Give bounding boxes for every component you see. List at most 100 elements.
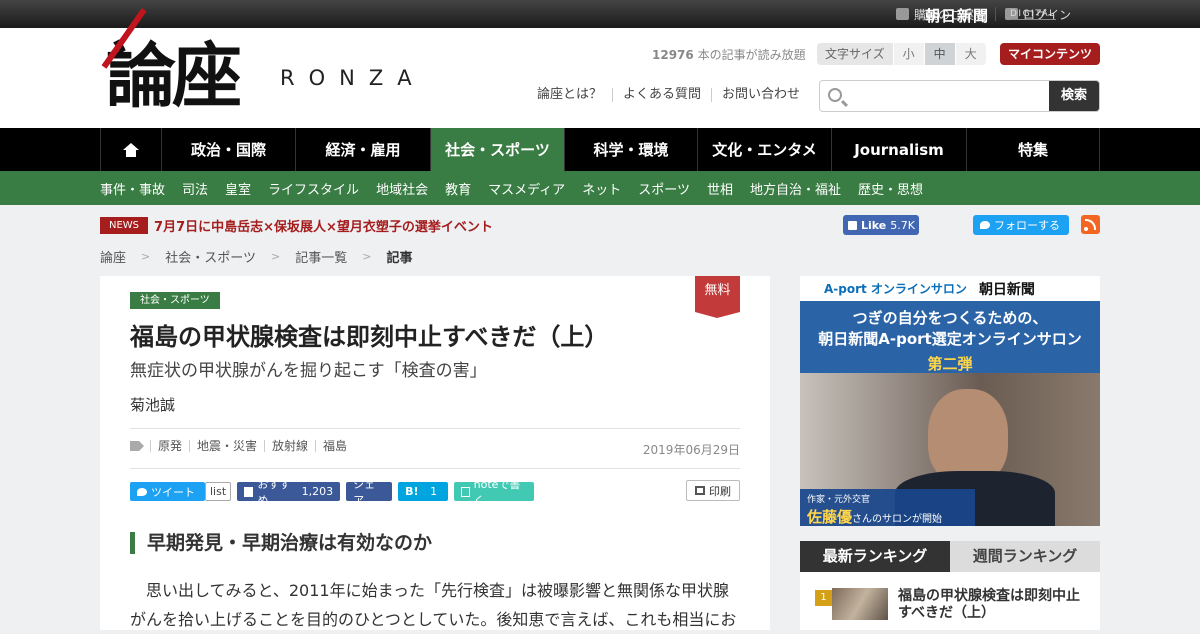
article-body: 思い出してみると、2011年に始まった「先行検査」は被曝影響と無関係な甲状腺がん… [130,581,737,629]
search-input[interactable] [850,81,1050,111]
divider [130,468,740,469]
twitter-follow-button[interactable]: フォローする [973,215,1069,235]
cat-education[interactable]: 教育 [445,179,471,198]
rank-title[interactable]: 福島の甲状腺検査は即刻中止すべきだ（上） [898,588,1088,622]
aport-salon-ad[interactable]: A-port オンラインサロン 朝日新聞 つぎの自分をつくるための、 朝日新聞A… [800,276,1100,526]
note-icon [461,486,470,497]
search-box: 検索 [819,80,1100,112]
tag-link[interactable]: 地震・災害 [189,440,264,452]
font-size-small[interactable]: 小 [892,43,924,65]
site-header: 論座 RONZA 12976 本の記事が読み放題 文字サイズ 小 中 大 マイコ… [0,7,1200,128]
article-panel: 無料 社会・スポーツ 福島の甲状腺検査は即刻中止すべきだ（上） 無症状の甲状腺が… [100,276,770,630]
cat-lifestyle[interactable]: ライフスタイル [268,179,359,198]
rss-icon[interactable] [1081,215,1100,234]
ranking-tabs: 最新ランキング 週間ランキング [800,541,1100,572]
asahi-logo: 朝日新聞 [978,281,1035,298]
ad-headline-2: 朝日新聞A-port選定オンラインサロン [818,330,1082,348]
divider [130,428,740,429]
crumb-category[interactable]: 社会・スポーツ [165,247,256,266]
nav-home[interactable] [100,128,161,171]
section-heading: 早期発見・早期治療は有効なのか [130,532,432,554]
cat-incidents[interactable]: 事件・事故 [100,179,165,198]
logo-subtitle: RONZA [280,66,426,90]
nav-society-sports[interactable]: 社会・スポーツ [430,128,564,171]
cat-imperial[interactable]: 皇室 [225,179,251,198]
nav-science[interactable]: 科学・環境 [564,128,697,171]
facebook-recommend-button[interactable]: おすすめ 1,203 [237,478,341,507]
cat-net[interactable]: ネット [582,179,621,198]
font-size-large[interactable]: 大 [954,43,986,65]
ranking-widget: 最新ランキング 週間ランキング 1 福島の甲状腺検査は即刻中止すべきだ（上） [800,541,1100,630]
top-utility-bar: 購読のご案内 ログイン 朝日新聞 DIGITAL [0,0,1200,28]
twitter-list-button[interactable]: list [205,482,232,501]
aport-logo: A-port オンラインサロン [824,282,967,296]
cat-history[interactable]: 歴史・思想 [858,179,923,198]
crumb-list[interactable]: 記事一覧 [295,247,347,266]
read-count: 12976 本の記事が読み放題 [652,48,806,62]
facebook-like-button[interactable]: Like 5.7K [843,215,919,235]
rank-number: 1 [815,590,832,606]
ad-headline-1: つぎの自分をつくるための、 [852,309,1048,327]
portrait-face [928,389,1008,484]
contact-link[interactable]: お問い合わせ [711,88,810,102]
article-author[interactable]: 菊池誠 [130,394,175,415]
tab-weekly-ranking[interactable]: 週間ランキング [950,541,1100,572]
note-share-button[interactable]: noteで書く [454,478,535,507]
cat-mass-media[interactable]: マスメディア [488,179,565,198]
cat-community[interactable]: 地域社会 [376,179,428,198]
home-icon [123,143,139,157]
cat-sports[interactable]: スポーツ [638,179,690,198]
asahi-digital-logo[interactable]: 朝日新聞 [925,5,989,26]
tag-icon [130,441,144,451]
printer-icon [695,486,705,495]
nav-journalism[interactable]: Journalism [831,128,966,171]
font-size-label: 文字サイズ [817,43,893,65]
facebook-share-button[interactable]: シェア [346,478,393,507]
ronza-logo[interactable]: 論座 [106,36,242,116]
thumbs-up-icon [848,220,857,230]
breadcrumb: 論座 > 社会・スポーツ > 記事一覧 > 記事 [100,247,412,266]
share-bar: ツイート list おすすめ 1,203 シェア B! 1 noteで書く [130,478,535,507]
category-nav: 事件・事故 司法 皇室 ライフスタイル 地域社会 教育 マスメディア ネット ス… [0,171,1200,205]
article-date: 2019年06月29日 [642,443,740,457]
ad-header: A-port オンラインサロン 朝日新聞 [800,276,1100,301]
ad-headline-3: 第二弾 [927,355,973,373]
cat-justice[interactable]: 司法 [182,179,208,198]
ad-banner: つぎの自分をつくるための、 朝日新聞A-port選定オンラインサロン 第二弾 作… [800,301,1100,526]
free-badge: 無料 [695,276,740,318]
nav-economy[interactable]: 経済・雇用 [295,128,430,171]
rank-thumbnail[interactable] [832,588,888,620]
cat-local-welfare[interactable]: 地方自治・福祉 [750,179,841,198]
news-tag: NEWS [100,217,149,234]
tweet-button[interactable]: ツイート [130,482,205,501]
news-link[interactable]: 7月7日に中島岳志×保坂展人×望月衣塑子の選挙イベント [154,216,493,235]
search-button[interactable]: 検索 [1049,81,1099,111]
tag-link[interactable]: 放射線 [264,440,315,452]
article-title: 福島の甲状腺検査は即刻中止すべきだ（上） [130,323,609,351]
my-contents-button[interactable]: マイコンテンツ [1000,43,1100,65]
news-ticker: NEWS 7月7日に中島岳志×保坂展人×望月衣塑子の選挙イベント [100,216,493,235]
tag-link[interactable]: 原発 [150,440,189,452]
nav-politics[interactable]: 政治・国際 [161,128,295,171]
tag-link[interactable]: 福島 [315,440,354,452]
font-size-selector: 文字サイズ 小 中 大 [817,43,986,65]
main-nav: 政治・国際 経済・雇用 社会・スポーツ 科学・環境 文化・エンタメ Journa… [0,128,1200,171]
faq-link[interactable]: よくある質問 [612,88,711,102]
cat-social-trends[interactable]: 世相 [707,179,733,198]
header-subnav: 論座とは？ よくある質問 お問い合わせ [537,88,810,102]
crumb-home[interactable]: 論座 [100,247,126,266]
print-button[interactable]: 印刷 [686,480,740,501]
caption-name: 佐藤優さんのサロンが開始 [807,508,943,526]
edit-icon [895,8,909,20]
category-badge[interactable]: 社会・スポーツ [130,292,220,309]
tab-latest-ranking[interactable]: 最新ランキング [800,541,950,572]
twitter-bird-icon [137,487,147,496]
about-link[interactable]: 論座とは？ [537,88,612,102]
nav-culture[interactable]: 文化・エンタメ [697,128,831,171]
nav-feature[interactable]: 特集 [966,128,1100,171]
digital-label: DIGITAL [1010,9,1056,20]
article-tags: 原発 地震・災害 放射線 福島 [130,440,354,452]
search-icon [828,88,842,102]
hatena-bookmark-button[interactable]: B! 1 [398,482,449,501]
font-size-medium[interactable]: 中 [923,43,955,65]
